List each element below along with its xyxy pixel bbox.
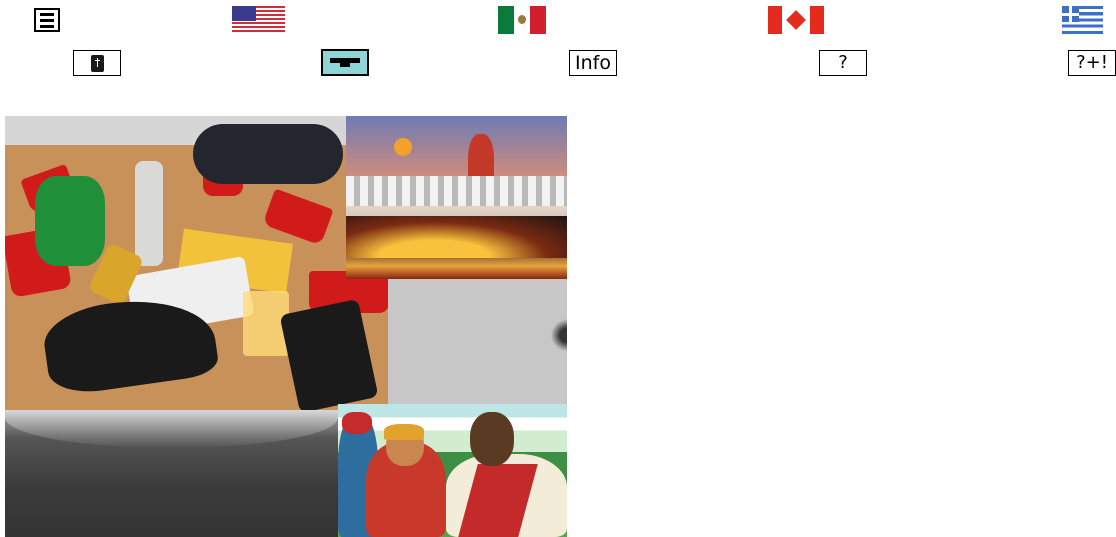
grey-placeholder-image[interactable] <box>388 279 567 404</box>
us-flag-canton <box>232 6 256 21</box>
menu-bar <box>40 18 54 22</box>
red-cup <box>262 188 334 246</box>
dark-blurred-image[interactable] <box>5 410 338 537</box>
bible-button[interactable] <box>73 50 121 76</box>
graduation-cap-icon <box>330 58 360 67</box>
jesus-head <box>470 412 514 466</box>
help-button[interactable]: ? <box>819 50 867 76</box>
headwrap <box>342 412 372 434</box>
white-horses <box>346 176 567 206</box>
headwrap <box>384 424 424 440</box>
mexico-flag-icon[interactable] <box>498 6 546 34</box>
maple-leaf-icon <box>786 10 806 30</box>
blurred-edge <box>5 410 338 448</box>
sun-glow <box>394 138 412 156</box>
us-flag-icon[interactable] <box>232 6 285 34</box>
green-napkin <box>35 176 105 266</box>
party-mess-image[interactable] <box>5 116 388 410</box>
fire-pit <box>346 216 567 258</box>
menu-bar <box>40 24 54 28</box>
greece-flag-canton <box>1062 6 1079 22</box>
bottle <box>135 161 163 266</box>
mexico-flag-white <box>514 6 530 34</box>
canada-flag-left <box>768 6 782 34</box>
bible-icon <box>90 54 104 72</box>
info-button[interactable]: Info <box>569 50 617 76</box>
jacket <box>193 124 343 184</box>
jesus-disciples-image[interactable] <box>338 404 567 537</box>
canada-flag-center <box>782 6 810 34</box>
canada-flag-icon[interactable] <box>768 6 824 34</box>
graduation-button[interactable] <box>321 49 369 76</box>
mexico-flag-green <box>498 6 514 34</box>
heavenly-army-image[interactable] <box>346 116 567 279</box>
menu-bar <box>40 12 54 16</box>
wallet <box>279 298 379 410</box>
mexico-flag-red <box>530 6 546 34</box>
canada-flag-right <box>810 6 824 34</box>
help-plus-button[interactable]: ?+! <box>1068 50 1116 76</box>
menu-button[interactable] <box>34 8 60 32</box>
greece-flag-icon[interactable] <box>1062 6 1103 34</box>
